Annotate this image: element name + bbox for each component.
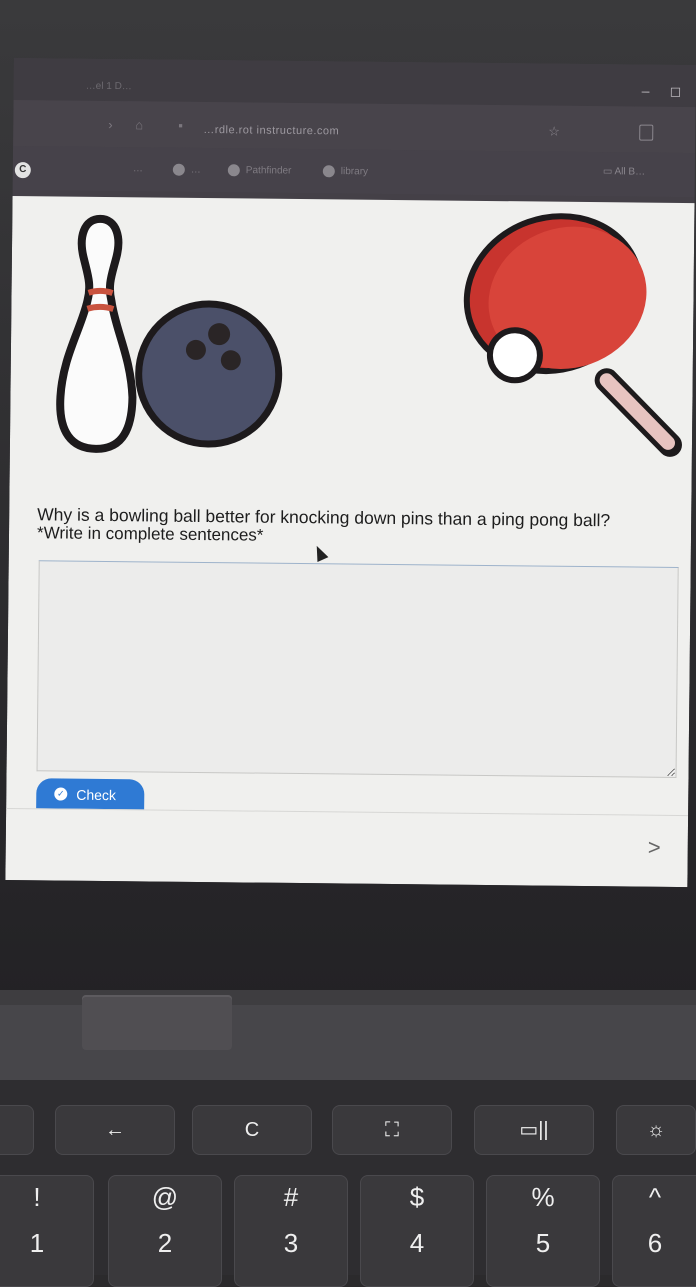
browser-tab[interactable]: …el 1 D…	[86, 81, 132, 92]
brightness-icon: ☼	[646, 1119, 666, 1141]
bookmark-pathfinder[interactable]: Pathfinder	[227, 164, 292, 177]
overview-icon: ▭||	[519, 1119, 549, 1141]
lock-icon: ▪	[178, 117, 183, 133]
back-arrow-icon: ←	[105, 1119, 125, 1141]
ping-pong-paddle-icon	[463, 213, 682, 457]
next-arrow-icon[interactable]: >	[648, 835, 661, 861]
key-overview[interactable]: ▭||	[474, 1105, 594, 1155]
home-icon[interactable]: ⌂	[135, 117, 143, 132]
extension-icon[interactable]	[639, 124, 654, 141]
divider	[6, 807, 689, 817]
ping-pong-ball-icon	[486, 327, 543, 384]
key-4[interactable]: $ 4	[360, 1175, 474, 1287]
chrome-app-icon[interactable]: C	[14, 162, 31, 179]
bookmark-library-icon	[322, 165, 335, 178]
key-3[interactable]: # 3	[234, 1175, 348, 1287]
check-button[interactable]: ✓ Check	[36, 778, 145, 810]
instruction-text: *Write in complete sentences*	[36, 523, 264, 545]
key-4-label: 4	[409, 1228, 425, 1258]
all-bookmarks-folder[interactable]: ▭ All B…	[603, 166, 645, 177]
bookmark-2[interactable]: …	[172, 163, 201, 176]
key-back[interactable]: ←	[55, 1105, 175, 1155]
bowling-ball-icon	[135, 300, 283, 448]
key-6-label: 6	[647, 1228, 663, 1258]
bookmark-star-icon[interactable]: ☆	[548, 124, 560, 140]
mouse-cursor-icon	[311, 543, 329, 563]
bookmark-library[interactable]: library	[322, 165, 368, 178]
key-2[interactable]: @ 2	[108, 1175, 222, 1287]
key-2-label: 2	[157, 1228, 173, 1258]
key-6-shift-label: ^	[648, 1182, 662, 1212]
key-3-label: 3	[283, 1228, 299, 1258]
bookmark-2-icon	[172, 163, 185, 176]
key-6[interactable]: ^ 6	[612, 1175, 696, 1287]
answer-textarea[interactable]	[36, 560, 679, 778]
check-icon: ✓	[54, 787, 68, 801]
url-field[interactable]: …rdle.rot instructure.com	[203, 124, 339, 137]
key-5[interactable]: % 5	[486, 1175, 600, 1287]
minimize-icon[interactable]: –	[642, 83, 650, 99]
key-brightness[interactable]: ☼	[616, 1105, 696, 1155]
key-1-shift-label: !	[33, 1182, 41, 1212]
browser-title-bar: …el 1 D… – ◻	[13, 58, 696, 108]
key-fullscreen[interactable]: ⛶	[332, 1105, 452, 1155]
laptop-screen: …el 1 D… – ◻ › ⌂ ▪ …rdle.rot instructure…	[5, 58, 696, 888]
page-content: Why is a bowling ball better for knockin…	[5, 195, 695, 888]
key-2-shift-label: @	[151, 1182, 179, 1212]
forward-icon[interactable]: ›	[108, 117, 113, 132]
address-bar	[13, 99, 696, 154]
key-3-shift-label: #	[283, 1182, 299, 1212]
key-1[interactable]: ! 1	[0, 1175, 94, 1287]
illustration	[56, 213, 682, 457]
key-refresh[interactable]: C	[192, 1105, 312, 1155]
refresh-icon: C	[244, 1119, 260, 1141]
bookmark-pathfinder-icon	[227, 164, 240, 177]
fullscreen-icon: ⛶	[385, 1119, 399, 1141]
key-4-shift-label: $	[409, 1182, 425, 1212]
key-escape[interactable]	[0, 1105, 34, 1155]
key-1-label: 1	[29, 1228, 45, 1258]
key-5-shift-label: %	[531, 1182, 555, 1212]
bookmark-1[interactable]: …	[133, 163, 143, 174]
maximize-icon[interactable]: ◻	[670, 83, 682, 100]
check-button-label: Check	[76, 786, 117, 804]
hinge	[82, 995, 232, 1050]
key-5-label: 5	[535, 1228, 551, 1258]
bowling-pin-icon	[56, 214, 137, 453]
